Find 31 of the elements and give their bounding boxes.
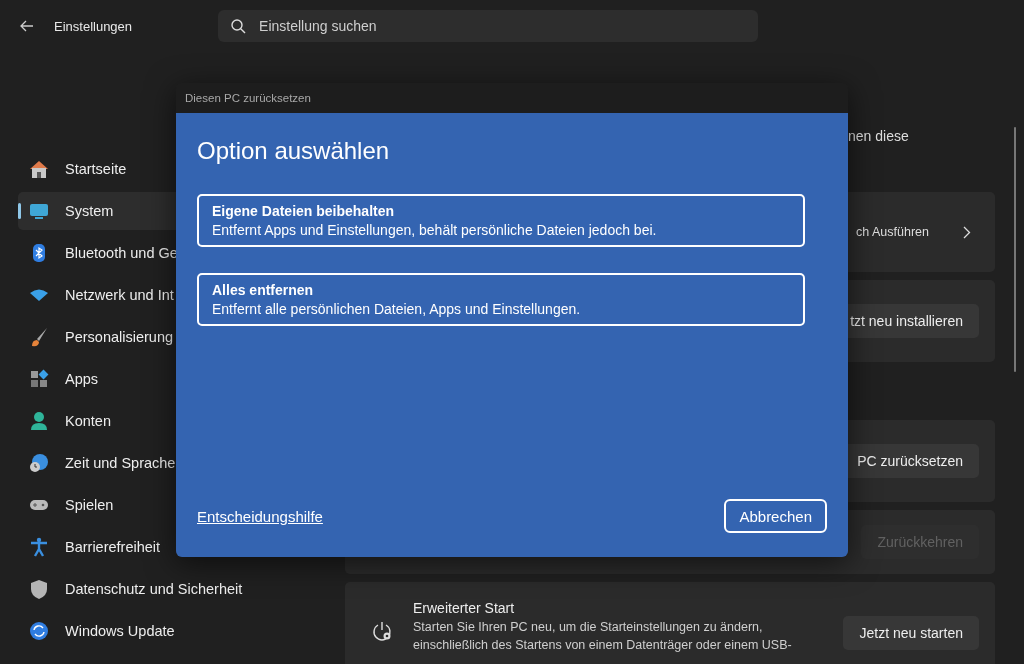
sidebar-item[interactable]: Windows Update	[18, 612, 328, 650]
power-gear-icon	[371, 620, 393, 642]
home-icon	[28, 158, 50, 180]
person-icon	[28, 410, 50, 432]
help-link[interactable]: Entscheidungshilfe	[197, 507, 323, 525]
sync-icon	[28, 620, 50, 642]
search-icon	[231, 19, 247, 34]
cancel-button[interactable]: Abbrechen	[724, 499, 827, 533]
accessibility-icon	[28, 536, 50, 558]
sidebar-item[interactable]: Konten	[18, 402, 328, 440]
sidebar-item[interactable]: Zeit und Sprache	[18, 444, 328, 482]
intro-text: nen diese	[848, 128, 909, 144]
window-title: Einstellungen	[54, 18, 133, 34]
sidebar-item[interactable]: Datenschutz und Sicherheit	[18, 570, 328, 608]
search-field[interactable]: Einstellung suchen	[218, 10, 759, 42]
chevron-icon	[963, 225, 971, 239]
dialog-heading: Option auswählen	[197, 137, 391, 165]
option-button[interactable]: Alles entfernen Entfernt alle persönlichen Dateien, Apps und Einstellungen.	[197, 273, 805, 326]
apps-icon	[28, 368, 50, 390]
shield-icon	[28, 578, 50, 600]
back-icon[interactable]	[20, 20, 34, 32]
dialog-title: Diesen PC zurücksetzen	[185, 92, 311, 104]
option-button[interactable]: Eigene Dateien beibehalten Entfernt Apps und Einstellungen, behält persönliche Dateien jedoch bei.	[197, 194, 805, 247]
sidebar-item[interactable]: Apps	[18, 360, 328, 398]
card-description: Starten Sie Ihren PC neu, um die Starteinstellungen zu ändern, einschließlich des Startens von einem Datenträger oder einem USB-	[413, 619, 793, 654]
action-button[interactable]: Jetzt neu starten	[843, 616, 979, 650]
card-title: Erweiterter Start	[413, 600, 516, 616]
sidebar-item[interactable]: Barrierefreiheit	[18, 528, 328, 566]
globe-clock-icon	[28, 452, 50, 474]
scrollbar[interactable]	[1014, 127, 1016, 372]
card-text: ch Ausführen	[856, 225, 929, 239]
